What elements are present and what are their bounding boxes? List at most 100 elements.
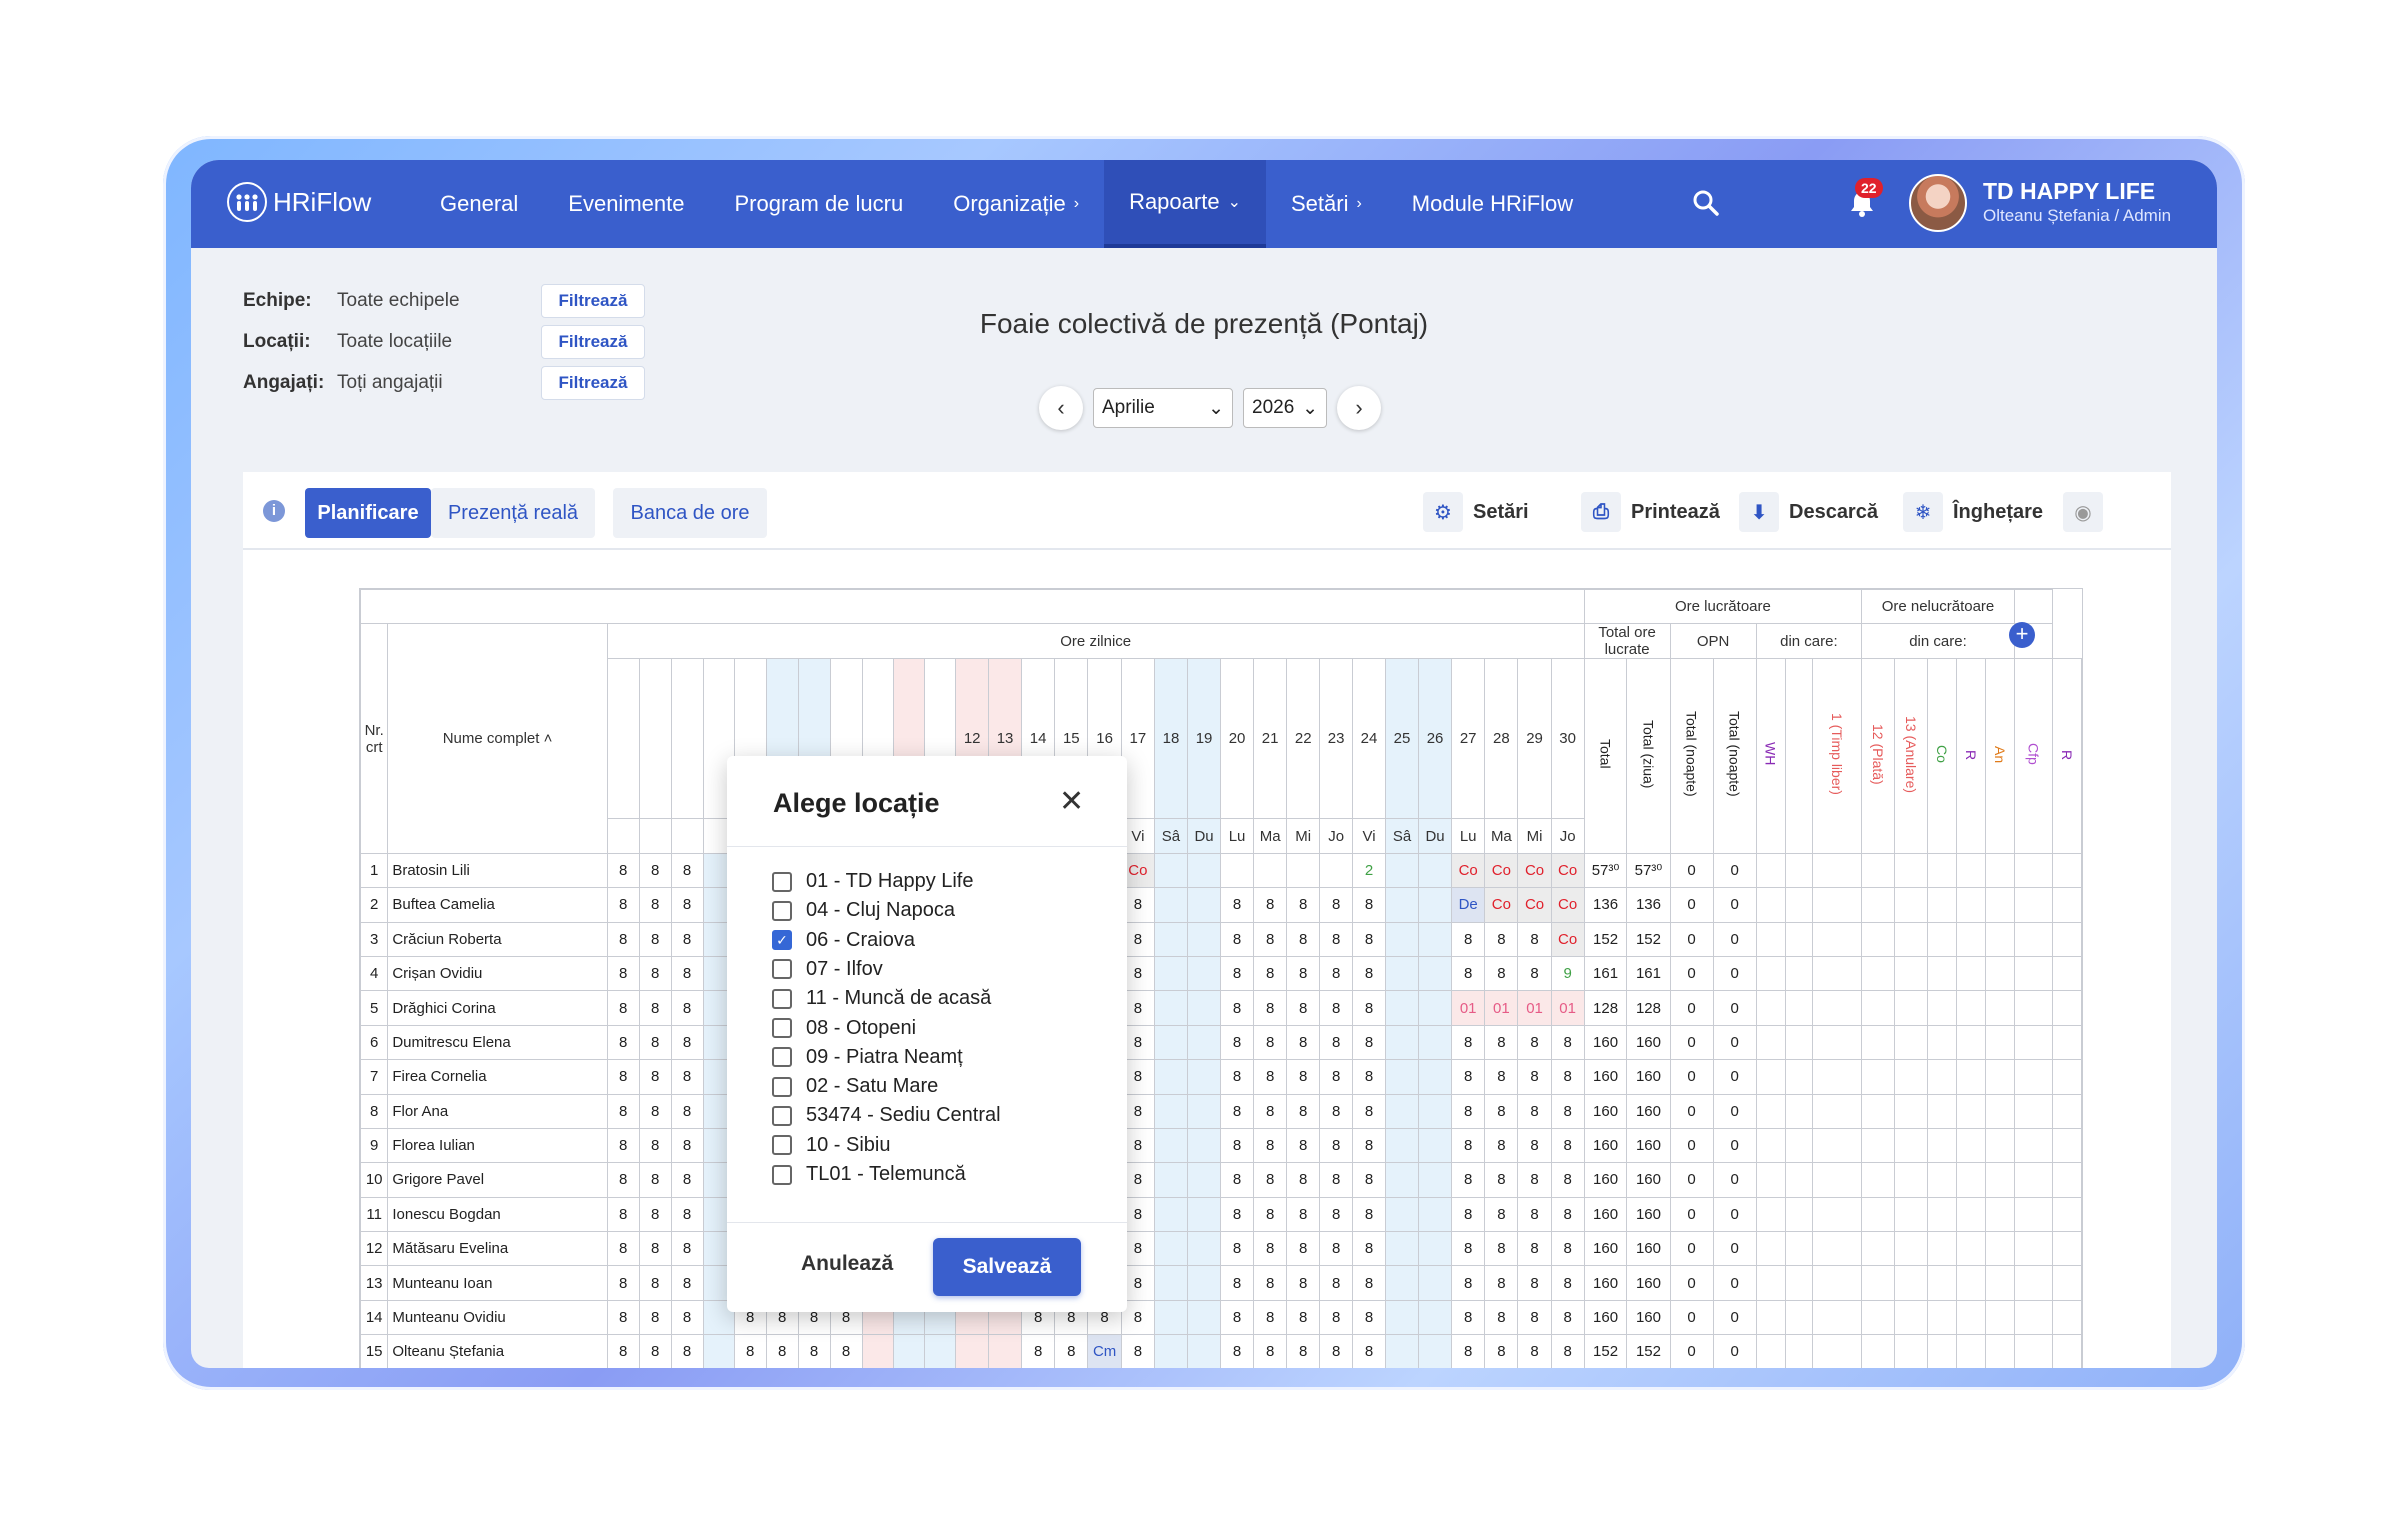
close-icon[interactable]: ✕ xyxy=(1059,784,1084,819)
day-cell[interactable]: 01 xyxy=(1451,990,1486,1026)
day-cell[interactable]: 8 xyxy=(670,1334,704,1368)
day-cell[interactable]: 8 xyxy=(670,1059,704,1095)
checkbox[interactable] xyxy=(772,1018,792,1038)
tab-banca-de-ore[interactable]: Banca de ore xyxy=(613,488,767,538)
day-cell[interactable]: 8 xyxy=(1352,1162,1386,1198)
summary-cell[interactable] xyxy=(1984,887,2015,923)
day-cell[interactable] xyxy=(1153,955,1188,992)
summary-cell[interactable] xyxy=(1956,921,1986,957)
day-cell[interactable]: 8 xyxy=(670,1093,704,1129)
day-cell[interactable] xyxy=(1153,1059,1188,1095)
day-cell[interactable]: 8 xyxy=(1220,1231,1254,1267)
day-cell[interactable] xyxy=(1186,955,1222,992)
table-row[interactable]: 5Drăghici Corina888888888888888801010101… xyxy=(359,990,2083,1026)
location-option[interactable]: 10 - Sibiu xyxy=(772,1134,891,1157)
day-cell[interactable]: 8 xyxy=(1286,1265,1321,1301)
summary-cell[interactable] xyxy=(2051,1334,2083,1368)
day-cell[interactable]: 8 xyxy=(1484,1059,1519,1095)
day-cell[interactable]: 8 xyxy=(606,1265,640,1301)
day-cell[interactable]: 8 xyxy=(1220,1334,1254,1368)
day-cell[interactable]: Co xyxy=(1550,852,1585,889)
day-cell[interactable]: 8 xyxy=(606,1024,640,1061)
day-cell[interactable] xyxy=(1186,852,1222,889)
day-cell[interactable]: 8 xyxy=(638,1334,672,1368)
nav-module-hriflow[interactable]: Module HRiFlow xyxy=(1387,160,1598,248)
total-day-hours[interactable]: 160 xyxy=(1626,1196,1671,1233)
day-cell[interactable]: 8 xyxy=(606,990,640,1026)
summary-cell[interactable] xyxy=(2051,921,2083,957)
day-cell[interactable] xyxy=(1153,1334,1188,1368)
day-cell[interactable]: 8 xyxy=(1352,1265,1386,1301)
summary-cell[interactable] xyxy=(1784,1059,1814,1095)
summary-cell[interactable] xyxy=(1956,990,1986,1026)
day-cell[interactable]: 8 xyxy=(1220,1093,1254,1129)
summary-cell[interactable] xyxy=(1784,887,1814,923)
summary-cell[interactable] xyxy=(1784,1231,1814,1267)
location-option[interactable]: 01 - TD Happy Life xyxy=(772,870,974,893)
day-cell[interactable]: 8 xyxy=(1550,1299,1585,1336)
day-cell[interactable]: 8 xyxy=(638,1265,672,1301)
employee-name[interactable]: Crăciun Roberta xyxy=(387,921,608,957)
nav-rapoarte[interactable]: Rapoarte ⌄ xyxy=(1104,160,1266,248)
day-cell[interactable] xyxy=(1384,1024,1420,1061)
tab-prezenta-reala[interactable]: Prezență reală xyxy=(431,488,595,538)
day-cell[interactable]: 8 xyxy=(1484,1093,1519,1129)
summary-cell[interactable] xyxy=(1755,1231,1786,1267)
freeze-button[interactable]: ❄ Înghețare xyxy=(1903,492,2043,532)
day-cell[interactable] xyxy=(1153,852,1188,889)
row-number[interactable]: 2 xyxy=(359,887,389,923)
total-night-hours[interactable]: 0 xyxy=(1669,852,1714,889)
day-cell[interactable]: 8 xyxy=(1252,990,1288,1026)
day-cell[interactable] xyxy=(1186,1059,1222,1095)
day-cell[interactable]: 8 xyxy=(1352,1127,1386,1164)
day-cell[interactable] xyxy=(1186,1024,1222,1061)
day-cell[interactable]: 8 xyxy=(1220,1265,1254,1301)
summary-cell[interactable] xyxy=(1927,990,1958,1026)
day-cell[interactable] xyxy=(1418,1196,1453,1233)
summary-cell[interactable] xyxy=(1927,1024,1958,1061)
day-cell[interactable] xyxy=(1384,1059,1420,1095)
checkbox[interactable] xyxy=(772,1047,792,1068)
summary-cell[interactable] xyxy=(1861,1093,1896,1129)
day-cell[interactable]: 8 xyxy=(1352,1059,1386,1095)
day-cell[interactable] xyxy=(1384,1196,1420,1233)
day-cell[interactable]: 8 xyxy=(1319,1127,1354,1164)
total-night-hours[interactable]: 0 xyxy=(1669,887,1714,923)
day-cell[interactable]: 8 xyxy=(1517,1093,1552,1129)
day-cell[interactable] xyxy=(1418,1265,1453,1301)
summary-cell[interactable] xyxy=(1861,1162,1896,1198)
day-cell[interactable]: 8 xyxy=(1517,1231,1552,1267)
summary-cell[interactable] xyxy=(1894,1162,1929,1198)
day-cell[interactable]: 8 xyxy=(638,990,672,1026)
day-cell[interactable] xyxy=(1418,1334,1453,1368)
total-night-hours[interactable]: 0 xyxy=(1669,1162,1714,1198)
day-cell[interactable] xyxy=(1153,990,1188,1026)
day-cell[interactable]: 8 xyxy=(1286,1299,1321,1336)
day-cell[interactable] xyxy=(1384,852,1420,889)
summary-cell[interactable] xyxy=(1784,1265,1814,1301)
summary-cell[interactable] xyxy=(2013,921,2053,957)
table-row[interactable]: 7Firea Cornelia8888888888888888888816016… xyxy=(359,1059,2083,1095)
summary-cell[interactable] xyxy=(1894,921,1929,957)
day-cell[interactable]: 8 xyxy=(1451,1093,1486,1129)
day-cell[interactable]: 8 xyxy=(1484,1162,1519,1198)
summary-cell[interactable] xyxy=(1812,1299,1863,1336)
day-cell[interactable]: 8 xyxy=(1319,921,1354,957)
total-night-hours[interactable]: 0 xyxy=(1669,921,1714,957)
day-cell[interactable] xyxy=(1220,852,1254,889)
day-cell[interactable] xyxy=(1319,852,1354,889)
day-cell[interactable]: 8 xyxy=(1352,990,1386,1026)
table-row[interactable]: 2Buftea Camelia8888888888888888DeCoCoCo1… xyxy=(359,887,2083,923)
total-night-hours[interactable]: 0 xyxy=(1712,1196,1757,1233)
day-cell[interactable]: 8 xyxy=(1220,887,1254,923)
checkbox[interactable] xyxy=(772,1135,792,1156)
summary-cell[interactable] xyxy=(1927,1162,1958,1198)
day-cell[interactable] xyxy=(1186,1093,1222,1129)
table-row[interactable]: 4Crișan Ovidiu88888888888888888889161161… xyxy=(359,955,2083,992)
day-cell[interactable]: 8 xyxy=(1451,1196,1486,1233)
location-option[interactable]: 02 - Satu Mare xyxy=(772,1075,938,1098)
day-cell[interactable]: 9 xyxy=(1550,955,1585,992)
nav-evenimente[interactable]: Evenimente xyxy=(543,160,709,248)
nav-program-de-lucru[interactable]: Program de lucru xyxy=(709,160,928,248)
day-cell[interactable] xyxy=(1153,1196,1188,1233)
